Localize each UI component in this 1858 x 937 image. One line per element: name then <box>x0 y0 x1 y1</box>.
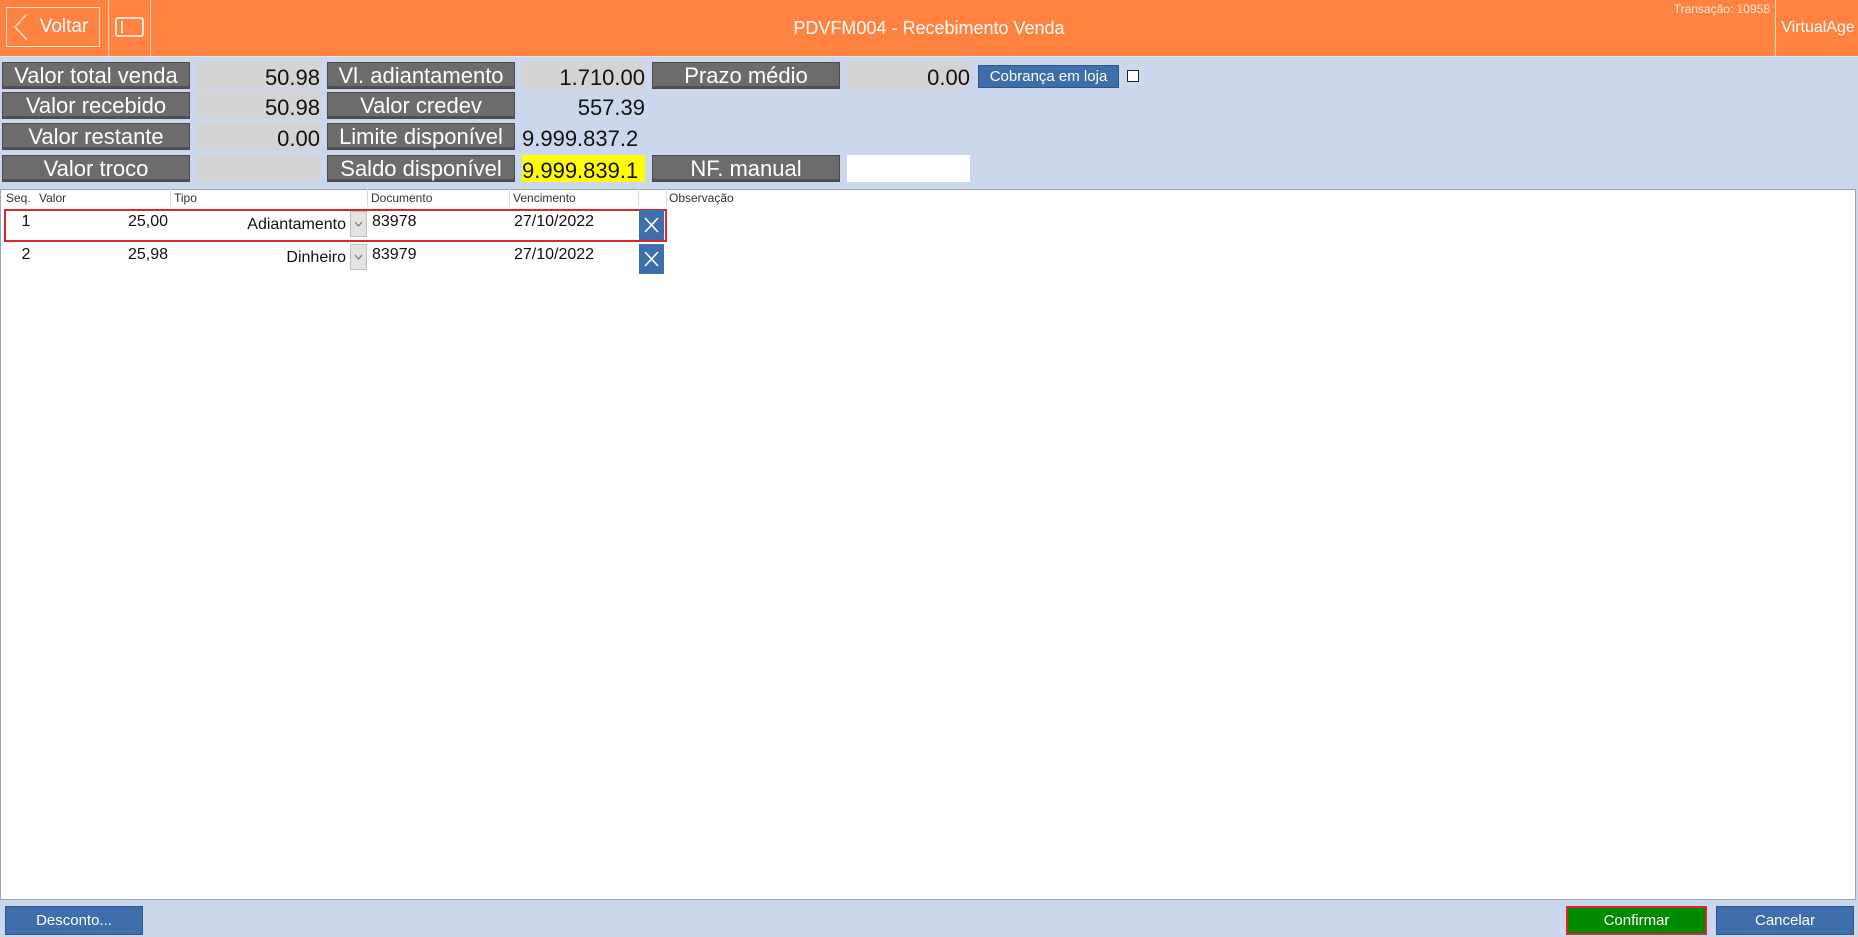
row-2-vencimento[interactable]: 27/10/2022 <box>514 246 594 264</box>
column-divider <box>666 189 667 206</box>
row-2-tipo-dropdown[interactable] <box>350 244 367 270</box>
row-1-valor[interactable]: 25,00 <box>90 213 168 231</box>
chevron-down-icon <box>354 254 363 260</box>
desconto-button[interactable]: Desconto... <box>5 906 143 935</box>
column-header-seq: Seq. <box>6 191 31 205</box>
divider <box>150 0 151 56</box>
row-2-delete-button[interactable] <box>639 244 664 274</box>
divider <box>1775 0 1776 56</box>
column-divider <box>367 189 368 206</box>
prazo-medio-value: 0.00 <box>847 62 970 89</box>
cobranca-em-loja-button[interactable]: Cobrança em loja <box>978 65 1119 88</box>
column-header-documento: Documento <box>371 191 433 205</box>
transaction-label: Transação: 10958 <box>1673 2 1770 16</box>
valor-total-venda-label: Valor total venda <box>2 62 190 89</box>
valor-total-venda-value: 50.98 <box>197 62 320 89</box>
row-1-documento[interactable]: 83978 <box>372 213 417 231</box>
back-button-label: Voltar <box>39 16 89 37</box>
brand-label: VirtualAge <box>1781 19 1855 36</box>
valor-recebido-label: Valor recebido <box>2 92 190 119</box>
divider <box>108 0 109 56</box>
cobranca-em-loja-checkbox[interactable] <box>1127 70 1139 82</box>
vl-adiantamento-value: 1.710.00 <box>522 62 645 89</box>
chevron-down-icon <box>354 221 363 227</box>
row-2-documento[interactable]: 83979 <box>372 246 417 264</box>
page-title: PDVFM004 - Recebimento Venda <box>793 18 1065 38</box>
row-1-tipo[interactable]: Adiantamento <box>180 216 346 234</box>
sidebar-toggle-button[interactable] <box>112 10 148 44</box>
limite-disponivel-label: Limite disponível <box>327 123 515 150</box>
valor-troco-value <box>197 155 320 182</box>
saldo-disponivel-value: 9.999.839.1 <box>522 155 645 182</box>
panel-icon <box>115 17 144 37</box>
row-2-tipo[interactable]: Dinheiro <box>180 249 346 267</box>
column-divider <box>509 189 510 206</box>
close-icon <box>644 217 659 233</box>
row-1-delete-button[interactable] <box>639 210 664 240</box>
close-icon <box>644 251 659 267</box>
valor-credev-label: Valor credev <box>327 92 515 119</box>
prazo-medio-label: Prazo médio <box>652 62 840 89</box>
row-2-valor[interactable]: 25,98 <box>90 246 168 264</box>
title-bar: Voltar PDVFM004 - Recebimento Venda Tran… <box>0 0 1858 57</box>
cancelar-button[interactable]: Cancelar <box>1716 906 1854 935</box>
column-divider <box>638 189 639 206</box>
valor-restante-label: Valor restante <box>2 123 190 150</box>
valor-restante-value: 0.00 <box>197 123 320 150</box>
row-2-seq: 2 <box>21 246 31 263</box>
row-1-seq: 1 <box>21 213 31 230</box>
saldo-disponivel-label: Saldo disponível <box>327 155 515 182</box>
column-header-valor: Valor <box>39 191 67 205</box>
column-header-observacao: Observação <box>669 191 734 205</box>
confirmar-button[interactable]: Confirmar <box>1566 906 1707 935</box>
column-divider <box>170 189 171 206</box>
valor-recebido-value: 50.98 <box>197 92 320 119</box>
limite-disponivel-value: 9.999.837.2 <box>522 126 639 150</box>
row-1-tipo-dropdown[interactable] <box>350 211 367 237</box>
column-header-tipo: Tipo <box>174 191 197 205</box>
row-1-vencimento[interactable]: 27/10/2022 <box>514 213 594 231</box>
nf-manual-label: NF. manual <box>652 155 840 182</box>
vl-adiantamento-label: Vl. adiantamento <box>327 62 515 89</box>
payments-grid <box>0 189 1856 900</box>
valor-troco-label: Valor troco <box>2 155 190 182</box>
valor-credev-value: 557.39 <box>577 95 645 119</box>
column-header-vencimento: Vencimento <box>513 191 576 205</box>
nf-manual-input[interactable] <box>847 155 970 182</box>
chevron-left-icon <box>13 13 28 41</box>
back-button[interactable]: Voltar <box>6 7 100 47</box>
